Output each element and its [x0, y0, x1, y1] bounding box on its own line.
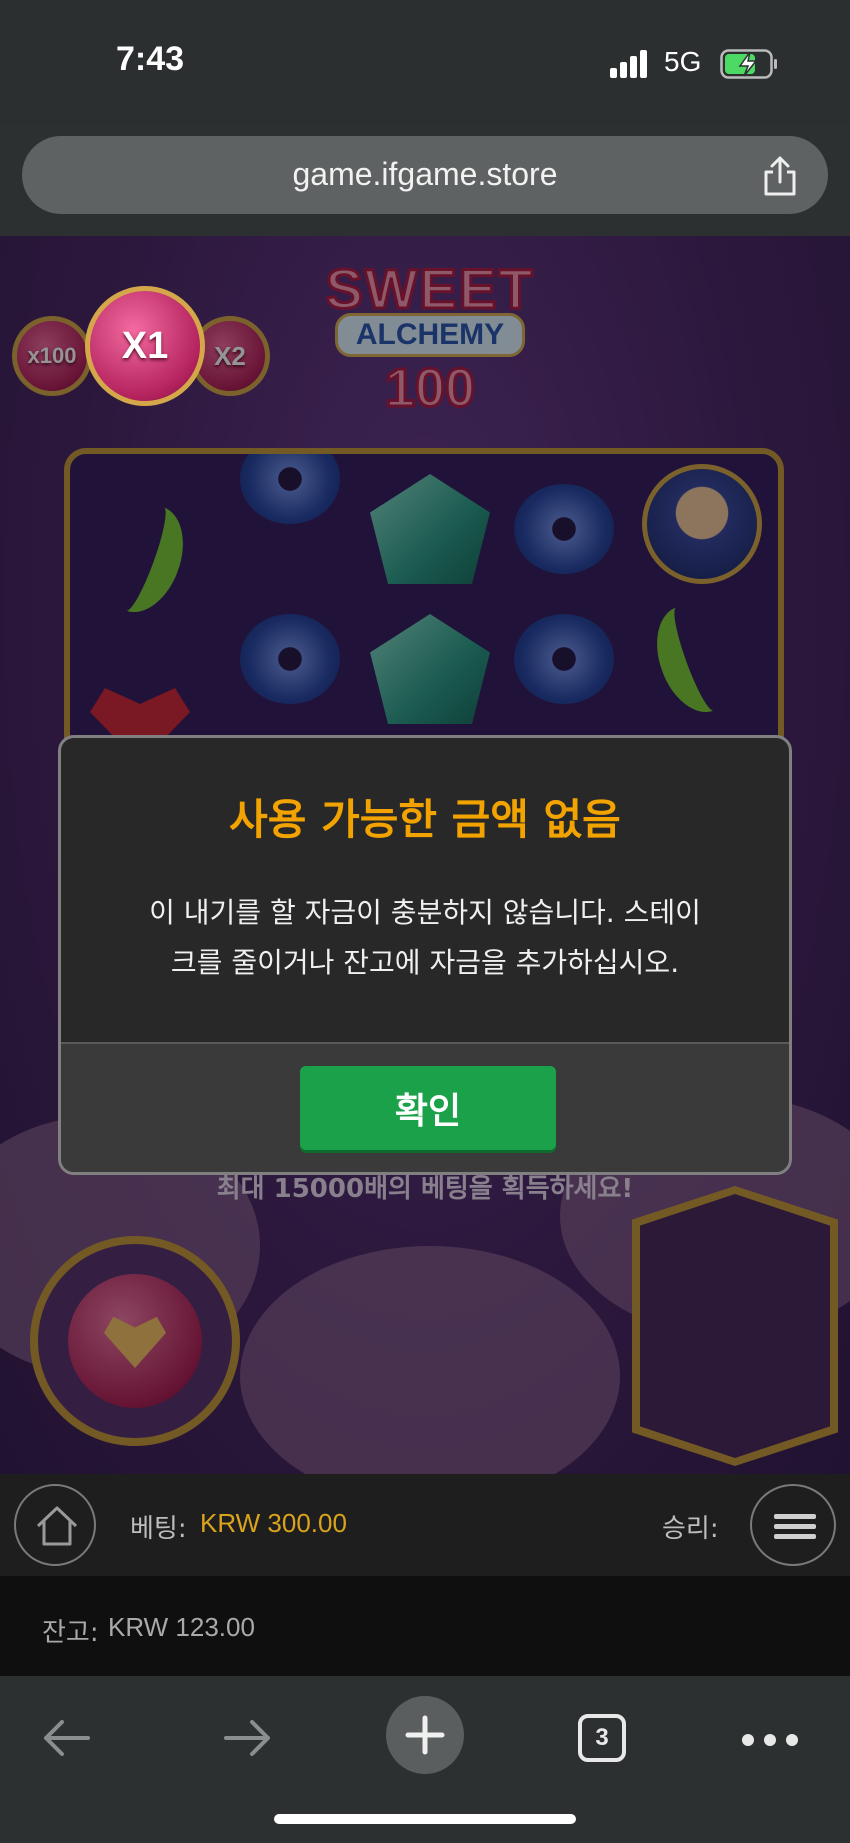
status-bar: 7:43 5G: [0, 0, 850, 125]
home-button[interactable]: [14, 1484, 96, 1566]
balance-value: KRW 123.00: [108, 1612, 255, 1642]
address-bar[interactable]: game.ifgame.store: [22, 136, 828, 214]
bet-value: KRW 300.00: [200, 1508, 347, 1538]
balance-bar: 잔고: KRW 123.00: [0, 1576, 850, 1676]
share-icon[interactable]: [760, 154, 800, 198]
balance-label: 잔고:: [42, 1618, 99, 1648]
home-indicator: [274, 1814, 576, 1824]
url-text: game.ifgame.store: [292, 156, 558, 192]
arrow-right-icon: [224, 1720, 270, 1756]
network-type: 5G: [664, 46, 702, 77]
menu-icon: [774, 1514, 816, 1519]
home-icon: [36, 1506, 78, 1546]
arrow-left-icon: [44, 1720, 90, 1756]
bet-bar: 베팅: KRW 300.00 승리:: [0, 1474, 850, 1576]
more-icon: [742, 1734, 754, 1746]
signal-icon: [610, 50, 647, 78]
tabs-button[interactable]: 3: [566, 1702, 638, 1774]
dialog-footer: 확인: [61, 1042, 789, 1172]
browser-toolbar: 3: [0, 1676, 850, 1843]
plus-icon: [405, 1715, 445, 1755]
back-button[interactable]: [28, 1698, 108, 1778]
ok-button[interactable]: 확인: [300, 1066, 556, 1150]
dialog-message: 이 내기를 할 자금이 충분하지 않습니다. 스테이 크를 줄이거나 잔고에 자…: [101, 888, 749, 988]
win-label: 승리:: [662, 1514, 719, 1544]
dialog-message-line: 크를 줄이거나 잔고에 자금을 추가하십시오.: [170, 946, 680, 979]
tab-count: 3: [578, 1714, 626, 1762]
battery-charging-icon: [720, 49, 777, 79]
dialog-message-line: 이 내기를 할 자금이 충분하지 않습니다. 스테이: [149, 896, 701, 929]
bet-label: 베팅:: [130, 1514, 187, 1544]
dialog-title: 사용 가능한 금액 없음: [229, 795, 621, 844]
more-options-button[interactable]: [734, 1698, 814, 1778]
insufficient-funds-dialog: 사용 가능한 금액 없음 이 내기를 할 자금이 충분하지 않습니다. 스테이 …: [58, 735, 792, 1175]
status-time: 7:43: [116, 40, 185, 78]
multiplier-orb-active: X1: [85, 286, 205, 406]
menu-button[interactable]: [750, 1484, 836, 1566]
forward-button[interactable]: [206, 1698, 286, 1778]
new-tab-button[interactable]: [386, 1696, 464, 1774]
